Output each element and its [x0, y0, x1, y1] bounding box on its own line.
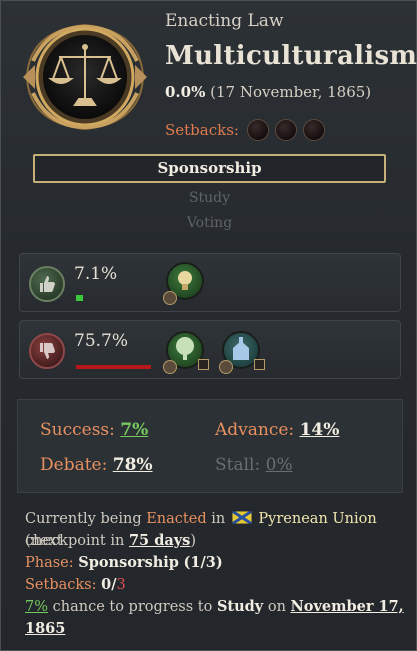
stage-current: Sponsorship: [33, 154, 386, 183]
thumbs-up-icon: [29, 266, 65, 302]
opposition-percent: 75.7%: [74, 331, 129, 351]
phase-label: Phase:: [25, 555, 74, 571]
setbacks-label: Setbacks:: [165, 121, 239, 139]
enactment-status-line2: checkpoint in 75 days): [25, 530, 196, 552]
setbacks-max: 3: [116, 577, 126, 593]
country-flag-icon: [231, 511, 252, 524]
chance-date[interactable]: November 17,: [291, 598, 404, 615]
status-text: ): [190, 533, 196, 549]
chance-value[interactable]: 7%: [25, 599, 48, 615]
law-status-label: Enacting Law: [165, 11, 284, 31]
progress-percent: 0.0%: [165, 83, 206, 101]
law-progress: 0.0% (17 November, 1865): [165, 83, 371, 101]
chance-stage: Study: [216, 598, 264, 615]
advance-label: Advance:: [215, 420, 295, 440]
scales-of-justice-icon: [23, 23, 147, 131]
setbacks-current: 0: [101, 576, 112, 593]
stall-label: Stall:: [215, 455, 261, 475]
checkpoint-days[interactable]: 75 days: [129, 532, 190, 549]
enacted-keyword: Enacted: [146, 511, 207, 527]
advance-value[interactable]: 14%: [300, 420, 340, 440]
debate-label: Debate:: [40, 455, 108, 475]
advance-chance: Advance: 14%: [215, 420, 339, 440]
opposition-bar: [76, 365, 151, 369]
opposition-row: 75.7%: [19, 320, 401, 379]
group-marker-icon: [198, 359, 209, 370]
progress-chance-line: 7% chance to progress to Study on Novemb…: [25, 596, 404, 618]
status-text: in: [206, 511, 230, 527]
debate-chance: Debate: 78%: [40, 455, 153, 475]
law-tooltip-panel: Enacting Law Multiculturalism 0.0% (17 N…: [0, 0, 417, 651]
phase-count: (1/3): [183, 554, 223, 571]
progress-chance-line2: 1865: [25, 618, 65, 640]
support-bar: [76, 295, 84, 301]
setback-slot-icon: [246, 119, 269, 141]
thumbs-down-icon: [29, 333, 65, 369]
law-name: Multiculturalism: [165, 41, 417, 71]
phase-value: Sponsorship: [78, 554, 179, 571]
support-row: 7.1%: [19, 253, 401, 312]
stage-study: Study: [188, 190, 231, 206]
chance-text: chance to progress to: [48, 599, 217, 615]
success-label: Success:: [40, 420, 115, 440]
country-name[interactable]: Pyrenean Union: [258, 511, 376, 527]
success-value[interactable]: 7%: [120, 420, 148, 440]
support-percent: 7.1%: [74, 264, 118, 284]
setback-slot-icon: [302, 119, 325, 141]
setbacks-indicator: Setbacks:: [165, 119, 325, 141]
leader-portrait-icon[interactable]: [163, 360, 177, 374]
setbacks-line: Setbacks: 0/3: [25, 574, 126, 596]
debate-value[interactable]: 78%: [113, 455, 153, 475]
enactment-chances: Success: 7% Advance: 14% Debate: 78% Sta…: [17, 399, 403, 493]
status-text: checkpoint in: [25, 533, 129, 549]
setbacks-label: Setbacks:: [25, 577, 97, 593]
stage-voting: Voting: [186, 215, 233, 231]
status-text: Currently being: [25, 511, 147, 527]
stall-chance: Stall: 0%: [215, 455, 293, 475]
setback-slot-icon: [274, 119, 297, 141]
phase-line: Phase: Sponsorship (1/3): [25, 552, 223, 574]
progress-date: (17 November, 1865): [210, 83, 372, 101]
chance-text: on: [263, 599, 291, 615]
leader-portrait-icon[interactable]: [163, 291, 177, 305]
stall-value[interactable]: 0%: [266, 455, 293, 475]
group-marker-icon: [254, 359, 265, 370]
leader-portrait-icon[interactable]: [219, 360, 233, 374]
success-chance: Success: 7%: [40, 420, 148, 440]
chance-date-year[interactable]: 1865: [25, 620, 65, 637]
